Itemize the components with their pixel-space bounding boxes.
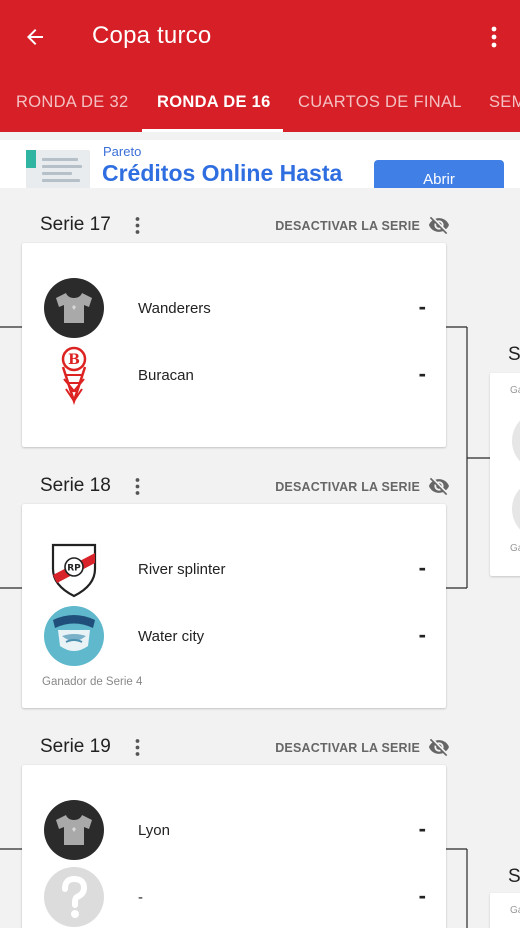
team-score: - [418,294,426,319]
ad-thumbnail [26,150,90,188]
more-vert-icon[interactable] [482,20,506,54]
team-row[interactable]: Wanderers - [44,278,426,338]
match-card[interactable]: RP River splinter - Water city - Ganador… [22,504,446,708]
huracan-crest-icon: B [44,345,104,405]
next-series-title: S [508,344,520,365]
series-menu-icon[interactable] [132,736,142,758]
eye-off-icon[interactable] [428,214,450,236]
eye-off-icon[interactable] [428,475,450,497]
winner-note: Ganador de Serie 4 [42,676,143,688]
team-row[interactable]: Lyon - [44,800,426,860]
deactivate-series-button[interactable]: DESACTIVAR LA SERIE [275,219,420,233]
svg-text:RP: RP [67,564,81,574]
team-name: River splinter [138,561,226,578]
placeholder-team-icon [512,479,520,539]
match-card[interactable]: Lyon - - - [22,765,446,928]
team-name: Wanderers [138,300,211,317]
back-arrow-icon[interactable] [18,20,52,54]
series-menu-icon[interactable] [132,214,142,236]
tab-cuartos-de-final[interactable]: CUARTOS DE FINAL [298,74,462,132]
ad-banner[interactable]: Pareto Créditos Online Hasta Abrir [0,140,520,188]
water-city-crest-icon [44,606,104,666]
series-title: Serie 17 [40,214,111,235]
page-title: Copa turco [92,22,212,49]
next-match-note: Ga [510,543,520,554]
ad-brand: Pareto [103,144,142,159]
bracket-view[interactable]: Serie 17 DESACTIVAR LA SERIE Wanderers -… [0,188,520,928]
next-match-note: Ga [510,385,520,396]
team-score: - [418,555,426,580]
series-title: Serie 19 [40,736,111,757]
series-title: Serie 18 [40,475,111,496]
round-tabs: RONDA DE 32 RONDA DE 16 CUARTOS DE FINAL… [0,74,520,132]
team-row[interactable]: RP River splinter - [44,539,426,599]
active-tab-indicator [142,129,283,132]
deactivate-series-button[interactable]: DESACTIVAR LA SERIE [275,480,420,494]
unknown-team-icon [44,867,104,927]
next-series-title: S [508,866,520,887]
deactivate-series-button[interactable]: DESACTIVAR LA SERIE [275,741,420,755]
next-match-card[interactable]: Ga [490,893,520,928]
team-name: Buracan [138,367,194,384]
tab-ronda-16[interactable]: RONDA DE 16 [157,74,271,132]
jersey-icon [44,278,104,338]
team-name: - [138,889,143,906]
river-crest-icon: RP [44,539,104,599]
team-row[interactable]: B Buracan - [44,345,426,405]
team-row[interactable]: - - [44,867,426,927]
team-score: - [418,883,426,908]
eye-off-icon[interactable] [428,736,450,758]
ad-open-button[interactable]: Abrir [374,160,504,188]
app-bar: Copa turco [0,0,520,74]
ad-headline[interactable]: Créditos Online Hasta [102,160,342,187]
series-header: Serie 17 DESACTIVAR LA SERIE [40,212,450,242]
team-name: Water city [138,628,205,645]
next-match-note: Ga [510,905,520,916]
team-score: - [418,361,426,386]
team-score: - [418,622,426,647]
placeholder-team-icon [512,411,520,471]
series-header: Serie 19 DESACTIVAR LA SERIE [40,734,450,764]
tab-semifinal[interactable]: SEM [489,74,520,132]
series-menu-icon[interactable] [132,475,142,497]
jersey-icon [44,800,104,860]
series-header: Serie 18 DESACTIVAR LA SERIE [40,473,450,503]
tab-ronda-32[interactable]: RONDA DE 32 [16,74,128,132]
next-match-card[interactable]: Ga Ga [490,373,520,576]
team-name: Lyon [138,822,170,839]
team-row[interactable]: Water city - [44,606,426,666]
svg-text:B: B [68,352,80,368]
match-card[interactable]: Wanderers - B Buracan - [22,243,446,447]
team-score: - [418,816,426,841]
